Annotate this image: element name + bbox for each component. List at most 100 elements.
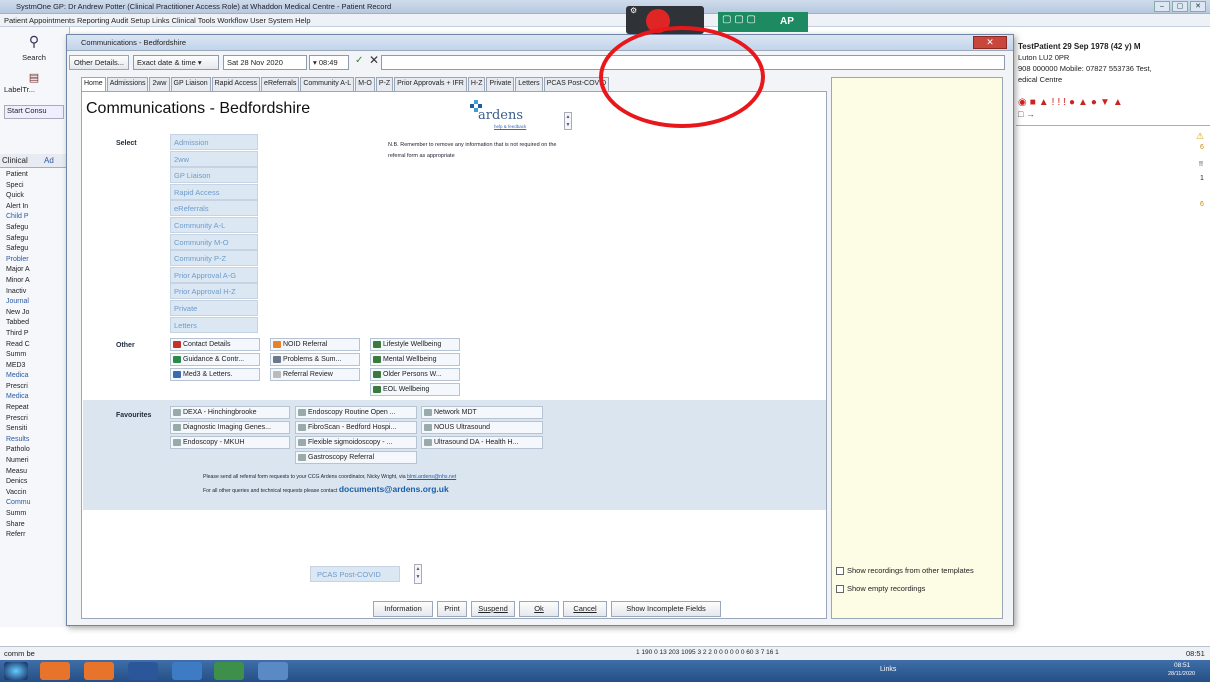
flag-icons-row[interactable]: □ →	[1018, 109, 1035, 119]
show-incomplete-fields-button[interactable]: Show Incomplete Fields	[611, 601, 721, 617]
clinical-tree[interactable]: Patient Speci Quick Alert In Child P Safegu Sa…	[2, 170, 68, 541]
tab-2ww[interactable]: 2ww	[149, 77, 170, 91]
favourite-diagnostic-imaging-genes[interactable]: Diagnostic Imaging Genes...	[170, 421, 290, 434]
gear-icon[interactable]: ⚙	[630, 6, 637, 15]
search-label[interactable]: Search	[4, 53, 64, 62]
tab-m-o[interactable]: M-O	[355, 77, 375, 91]
tree-item[interactable]: Prescri	[2, 414, 68, 425]
tab-gp-liaison[interactable]: GP Liaison	[170, 77, 211, 91]
select-community-a-l[interactable]: Community A-L	[170, 217, 258, 233]
warning-icon[interactable]: ⚠	[1196, 131, 1204, 142]
app-icon[interactable]	[214, 662, 244, 680]
other-referral-review[interactable]: Referral Review	[270, 368, 360, 381]
links-label[interactable]: Links	[880, 666, 896, 673]
app-menu[interactable]: Patient Appointments Reporting Audit Set…	[4, 16, 311, 25]
tree-item[interactable]: Journal	[2, 297, 68, 308]
select-admission[interactable]: Admission	[170, 134, 258, 150]
other-guidance-contr[interactable]: Guidance & Contr...	[170, 353, 260, 366]
tab-admin[interactable]: Ad	[44, 156, 54, 165]
tree-item[interactable]: Child P	[2, 212, 68, 223]
start-consult-button[interactable]: Start Consu	[4, 105, 64, 119]
app-menu-bar[interactable]: Patient Appointments Reporting Audit Set…	[0, 14, 1210, 27]
other-noid-referral[interactable]: NOID Referral	[270, 338, 360, 351]
dialog-close-button[interactable]: ✕	[973, 36, 1007, 49]
tab-rapid-access[interactable]: Rapid Access	[211, 77, 261, 91]
select-gp-liaison[interactable]: GP Liaison	[170, 167, 258, 184]
tree-item[interactable]: Medica	[2, 371, 68, 382]
maximize-button[interactable]: ▢	[1172, 1, 1188, 12]
tab-community-a-l[interactable]: Community A-L	[300, 77, 355, 91]
other-lifestyle-wellbeing[interactable]: Lifestyle Wellbeing	[370, 338, 460, 351]
clear-icon[interactable]: ✕	[369, 53, 379, 67]
favourite-ultrasound-da-health-h[interactable]: Ultrasound DA - Health H...	[421, 436, 543, 449]
print-button[interactable]: Print	[437, 601, 467, 617]
select-rapid-access[interactable]: Rapid Access	[170, 183, 258, 200]
tab-admissions[interactable]: Admissions	[106, 77, 149, 91]
other-med3-letters[interactable]: Med3 & Letters.	[170, 368, 260, 381]
alert-icons-row[interactable]: ◉■▲!!!●▲●▼▲	[1018, 97, 1126, 108]
other-problems-sum[interactable]: Problems & Sum...	[270, 353, 360, 366]
tree-item[interactable]: Vaccin	[2, 488, 68, 499]
tab-p-z[interactable]: P-Z	[375, 77, 394, 91]
tree-item[interactable]: Repeat	[2, 403, 68, 414]
bottom-spinner[interactable]: ▲ ▼	[414, 564, 422, 584]
close-button[interactable]: ✕	[1190, 1, 1206, 12]
select-ereferrals[interactable]: eReferrals	[170, 200, 258, 217]
tree-item[interactable]: Third P	[2, 329, 68, 340]
tree-item[interactable]: Medica	[2, 392, 68, 403]
date-field[interactable]: Sat 28 Nov 2020	[223, 55, 307, 70]
tree-item[interactable]: Share	[2, 520, 68, 531]
select-private[interactable]: Private	[170, 300, 258, 316]
labeltr-label[interactable]: LabelTr...	[4, 85, 64, 94]
word-icon[interactable]	[128, 662, 158, 680]
tree-item[interactable]: Results	[2, 435, 68, 446]
search-icon[interactable]: ⚲	[4, 33, 64, 50]
information-button[interactable]: Information	[373, 601, 433, 617]
rapid-code-icon[interactable]: ✓	[355, 55, 363, 66]
date-mode-select[interactable]: Exact date & time ▾	[133, 55, 219, 70]
show-empty-option[interactable]: Show empty recordings	[836, 584, 925, 593]
tree-item[interactable]: Summ	[2, 350, 68, 361]
start-button[interactable]	[4, 662, 28, 680]
tree-item[interactable]: New Jo	[2, 308, 68, 319]
tree-item[interactable]: Referr	[2, 530, 68, 541]
explorer-icon[interactable]	[258, 662, 288, 680]
tree-item[interactable]: Inactiv	[2, 287, 68, 298]
tree-item[interactable]: Safegu	[2, 223, 68, 234]
time-field[interactable]: ▾ 08:49	[309, 55, 349, 70]
scroll-spinner[interactable]: ▲ ▼	[564, 112, 572, 130]
favourite-endoscopy-routine-open[interactable]: Endoscopy Routine Open ...	[295, 406, 417, 419]
select-community-m-o[interactable]: Community M-O	[170, 233, 258, 250]
coordinator-email-link[interactable]: blmi.ardens@nhs.net	[407, 474, 456, 480]
favourite-dexa-hinchingbrooke[interactable]: DEXA - Hinchingbrooke	[170, 406, 290, 419]
favourite-gastroscopy-referral[interactable]: Gastroscopy Referral	[295, 451, 417, 464]
tab-ereferrals[interactable]: eReferrals	[261, 77, 300, 91]
tab-h-z[interactable]: H-Z	[467, 77, 486, 91]
tree-item[interactable]: Minor A	[2, 276, 68, 287]
systmone-icon[interactable]	[172, 662, 202, 680]
tree-item[interactable]: Sensiti	[2, 424, 68, 435]
tree-item[interactable]: MED3	[2, 361, 68, 372]
show-recordings-checkbox[interactable]	[836, 566, 844, 575]
show-empty-checkbox[interactable]	[836, 584, 844, 593]
tree-item[interactable]: Speci	[2, 181, 68, 192]
suspend-button[interactable]: Suspend	[471, 601, 515, 617]
label-icon[interactable]: ▤	[4, 71, 64, 84]
tree-item[interactable]: Safegu	[2, 244, 68, 255]
tab-private[interactable]: Private	[486, 77, 515, 91]
help-feedback-link[interactable]: help & feedback	[494, 124, 526, 129]
tree-item[interactable]: Patholo	[2, 445, 68, 456]
documents-email-link[interactable]: documents@ardens.org.uk	[339, 484, 449, 494]
select-2ww[interactable]: 2ww	[170, 150, 258, 167]
select-community-p-z[interactable]: Community P-Z	[170, 250, 258, 267]
minimize-button[interactable]: –	[1154, 1, 1170, 12]
tree-item[interactable]: Tabbed	[2, 318, 68, 329]
tab-clinical[interactable]: Clinical	[2, 156, 28, 165]
other-details-button[interactable]: Other Details...	[69, 55, 129, 70]
show-recordings-option[interactable]: Show recordings from other templates	[836, 566, 974, 575]
cancel-button[interactable]: Cancel	[563, 601, 607, 617]
ardens-logo[interactable]: ardens help & feedback	[464, 98, 544, 129]
tree-item[interactable]: Measu	[2, 467, 68, 478]
tree-item[interactable]: Safegu	[2, 234, 68, 245]
other-eol-wellbeing[interactable]: EOL Wellbeing	[370, 383, 460, 396]
